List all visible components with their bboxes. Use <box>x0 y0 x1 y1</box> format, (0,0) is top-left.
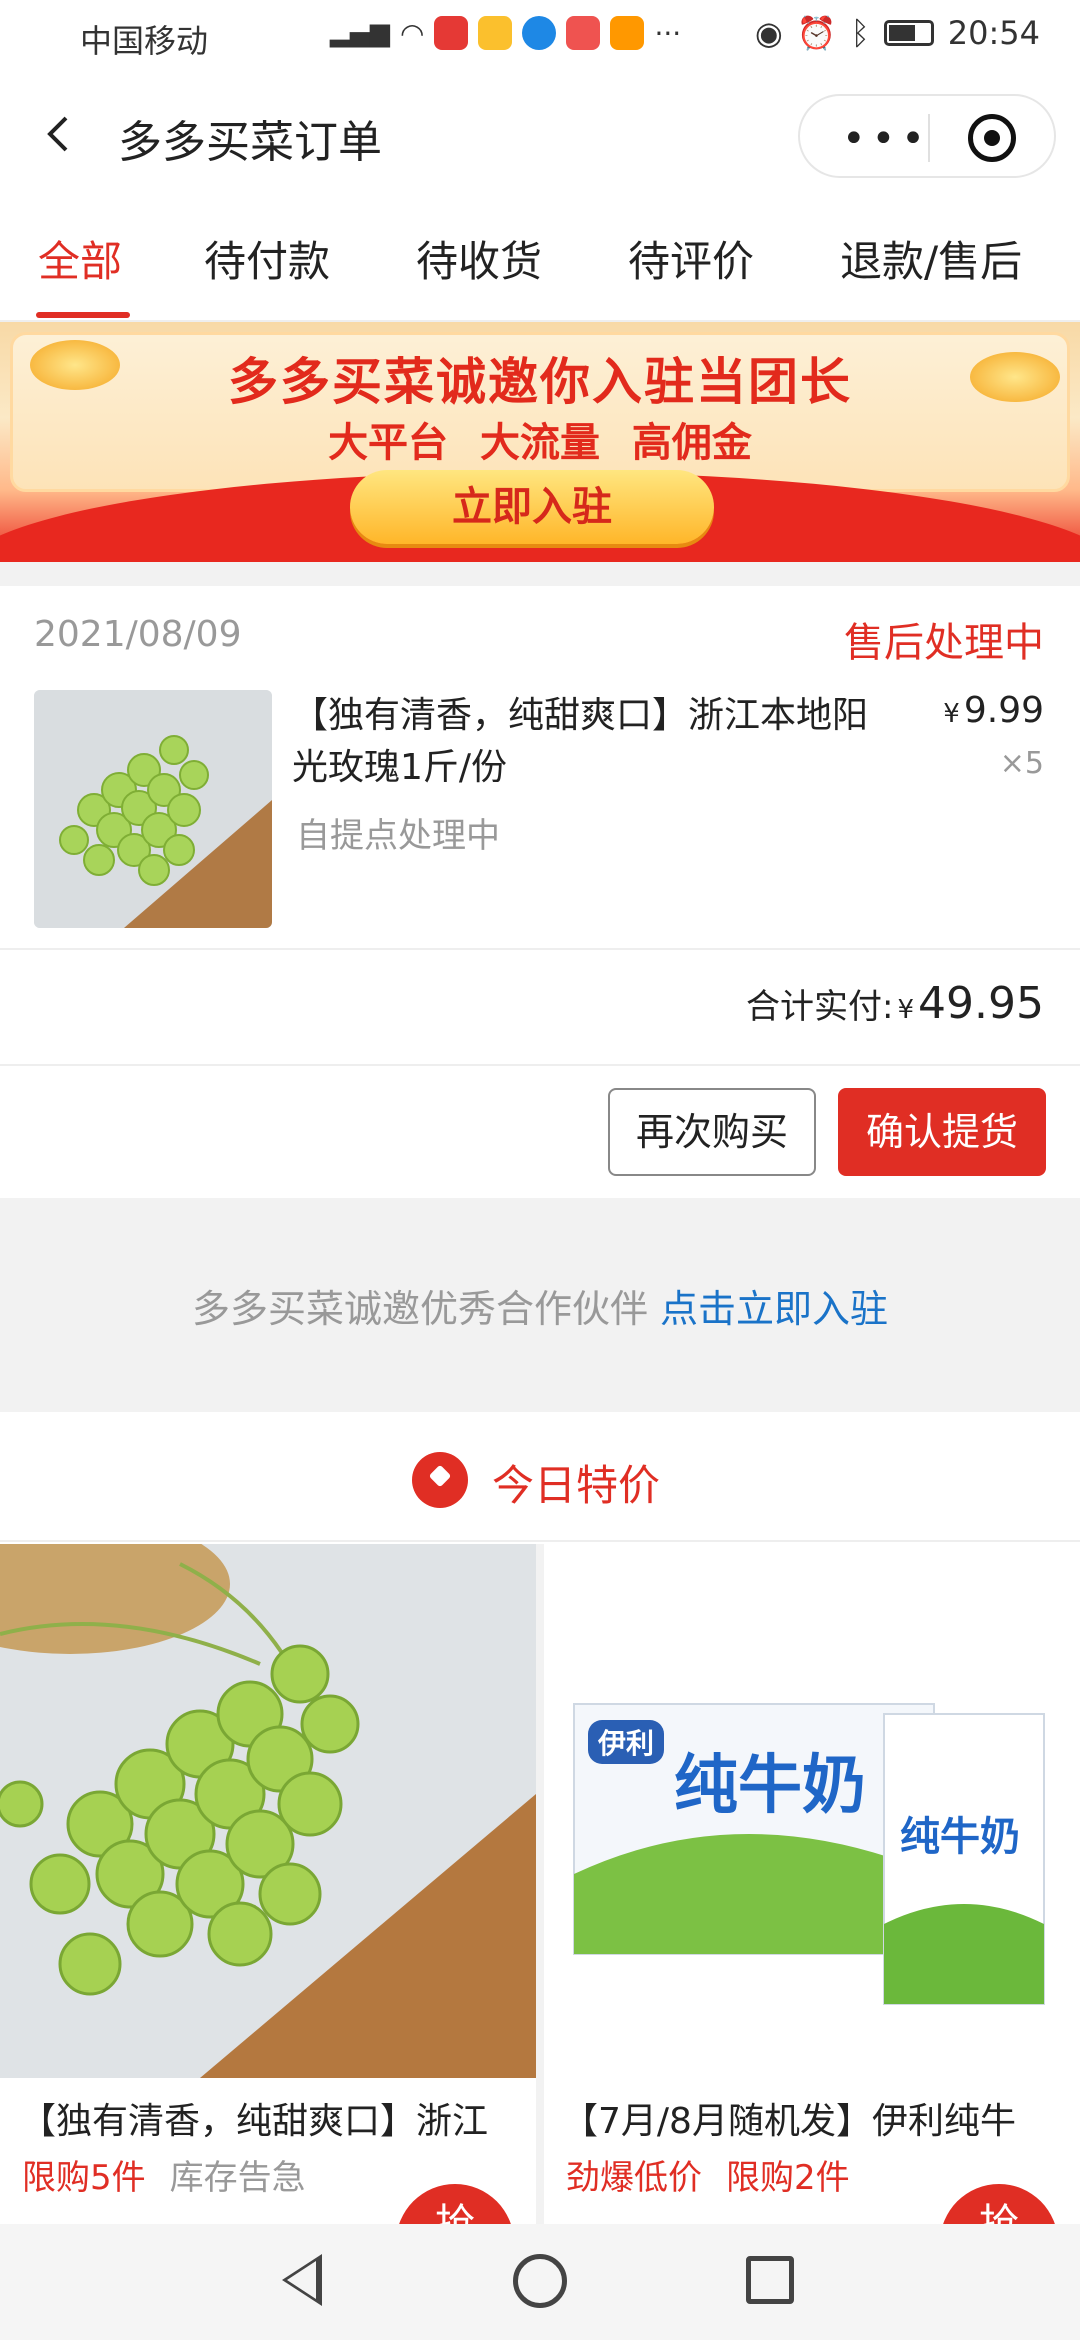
header: 多多买菜订单 ••• <box>0 76 1080 196</box>
clock: 20:54 <box>947 14 1040 52</box>
price-value: 9.99 <box>963 690 1044 731</box>
total-amount: 49.95 <box>918 978 1044 1029</box>
invite-text-row: 多多买菜诚邀优秀合作伙伴 点击立即入驻 <box>0 1278 1080 1333</box>
product-tags: 劲爆低价 限购2件 <box>566 2150 850 2199</box>
confirm-pickup-button[interactable]: 确认提货 <box>838 1088 1046 1176</box>
banner-subheadline: 大平台 大流量 高佣金 <box>328 420 752 466</box>
price-tag-icon <box>412 1452 468 1508</box>
product-name[interactable]: 【独有清香，纯甜爽口】浙江本地阳光玫瑰1斤/份 <box>292 690 892 794</box>
capsule-divider <box>928 114 930 162</box>
divider <box>0 948 1080 950</box>
section-title: 今日特价 <box>492 1461 661 1510</box>
brand-logo: 伊利 <box>588 1720 665 1764</box>
grab-button[interactable]: 抢 <box>940 2184 1058 2224</box>
eye-icon: ◉ <box>754 14 783 52</box>
order-date: 2021/08/09 <box>34 614 242 655</box>
signal-icon: ▂▄▆ <box>330 18 390 48</box>
banner-headline: 多多买菜诚邀你入驻当团长 <box>228 353 852 411</box>
join-link[interactable]: 点击立即入驻 <box>660 1287 888 1331</box>
close-miniprogram-icon[interactable] <box>968 114 1016 162</box>
section-gap <box>0 562 1080 586</box>
currency-symbol: ¥ <box>943 699 960 729</box>
card-gap <box>536 1544 544 2224</box>
carrier-label: 中国移动 <box>80 22 209 60</box>
product-title[interactable]: 【7月/8月随机发】伊利纯牛 <box>562 2092 1016 2144</box>
pickup-status: 自提点处理中 <box>296 816 500 856</box>
rebuy-button[interactable]: 再次购买 <box>608 1088 816 1176</box>
box-label: 纯牛奶 <box>900 1814 1020 1860</box>
nav-recents-icon[interactable] <box>746 2256 794 2304</box>
alarm-icon: ⏰ <box>796 14 837 52</box>
low-stock-tag: 库存告急 <box>169 2158 306 2198</box>
low-price-tag: 劲爆低价 <box>566 2158 702 2198</box>
app-icon-1 <box>434 16 469 50</box>
tab-refund-aftersale[interactable]: 退款/售后 <box>840 228 1022 289</box>
product-card[interactable]: 【独有清香，纯甜爽口】浙江 限购5件 库存告急 抢 <box>0 1544 536 2224</box>
wifi-icon: ◠ <box>400 16 425 50</box>
today-special-header: 今日特价 <box>0 1412 1080 1542</box>
tab-pending-receipt[interactable]: 待收货 <box>416 228 542 289</box>
page-title: 多多买菜订单 <box>118 117 382 168</box>
grab-button[interactable]: 抢 <box>396 2184 514 2224</box>
tab-all[interactable]: 全部 <box>38 228 122 289</box>
order-total: 合计实付: ¥49.95 <box>746 978 1044 1029</box>
app-icon-4 <box>566 16 601 50</box>
more-menu-icon[interactable]: ••• <box>842 116 931 162</box>
system-nav-bar <box>0 2224 1080 2340</box>
app-icon-2 <box>478 16 513 50</box>
product-quantity: ×5 <box>999 746 1044 781</box>
total-label: 合计实付: <box>746 987 894 1027</box>
nav-back-icon[interactable] <box>282 2254 322 2306</box>
status-bar: 中国移动 ▂▄▆ ◠ ··· ◉ ⏰ ᛒ 20:54 <box>0 0 1080 76</box>
purchase-limit-tag: 限购5件 <box>22 2158 146 2198</box>
product-title[interactable]: 【独有清香，纯甜爽口】浙江 <box>20 2092 488 2144</box>
order-tabs: 全部 待付款 待收货 待评价 退款/售后 <box>0 196 1080 322</box>
mini-program-capsule: ••• <box>798 94 1056 178</box>
order-card[interactable]: 2021/08/09 售后处理中 【独有清香，纯甜爽口】浙江本地阳光玫瑰1斤/份… <box>0 586 1080 1198</box>
bluetooth-icon: ᛒ <box>850 14 870 52</box>
product-card[interactable]: 伊利 纯牛奶 纯牛奶 【7月/8月随机发】伊利纯牛 劲爆低价 限购2件 抢 <box>544 1544 1080 2224</box>
nav-home-icon[interactable] <box>513 2254 567 2308</box>
tab-pending-review[interactable]: 待评价 <box>628 228 754 289</box>
product-tags: 限购5件 库存告急 <box>22 2150 306 2199</box>
product-image[interactable] <box>0 1544 536 2078</box>
invite-text: 多多买菜诚邀优秀合作伙伴 <box>191 1287 661 1331</box>
partner-invite: 多多买菜诚邀优秀合作伙伴 点击立即入驻 <box>0 1198 1080 1412</box>
more-notifications: ··· <box>654 16 682 50</box>
active-tab-indicator <box>36 312 130 318</box>
box-label: 纯牛奶 <box>674 1749 866 1823</box>
leader-recruit-banner[interactable]: 多多买菜诚邀你入驻当团长 大平台 大流量 高佣金 立即入驻 <box>0 322 1080 562</box>
divider <box>0 1064 1080 1066</box>
purchase-limit-tag: 限购2件 <box>726 2158 850 2198</box>
product-price: ¥9.99 <box>943 690 1044 731</box>
battery-icon <box>883 20 934 46</box>
product-thumbnail[interactable] <box>34 690 272 928</box>
join-now-button[interactable]: 立即入驻 <box>350 470 714 544</box>
order-status: 售后处理中 <box>844 620 1044 666</box>
app-icon-3 <box>522 16 557 50</box>
currency-symbol: ¥ <box>897 995 915 1025</box>
tab-pending-payment[interactable]: 待付款 <box>204 228 330 289</box>
product-image[interactable]: 伊利 纯牛奶 纯牛奶 <box>544 1544 1080 2078</box>
app-icon-5 <box>610 16 645 50</box>
back-arrow-icon[interactable] <box>40 114 80 154</box>
